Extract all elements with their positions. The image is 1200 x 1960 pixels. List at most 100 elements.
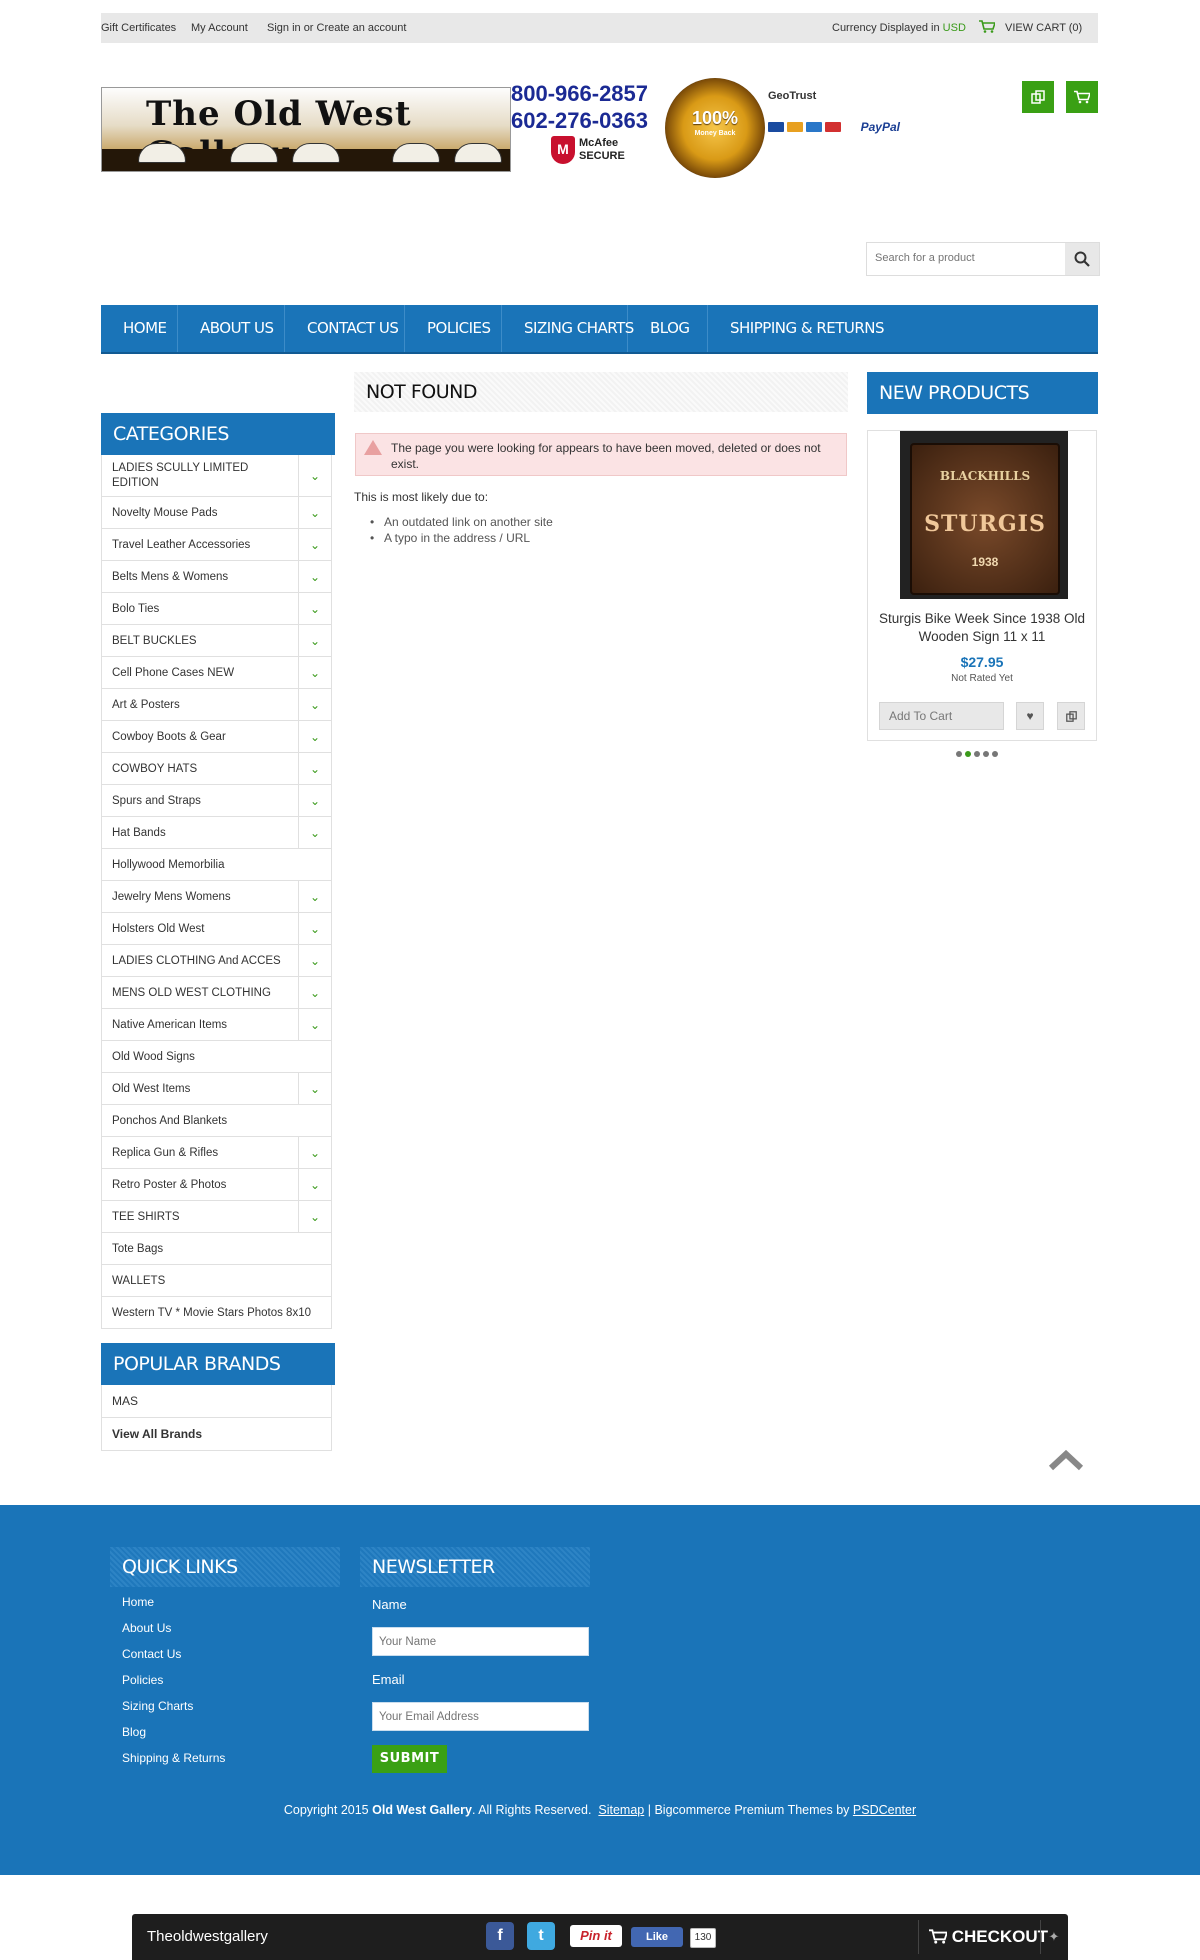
view-all-brands-link[interactable]: View All Brands [101,1418,332,1451]
chevron-down-icon[interactable]: ⌄ [298,625,331,656]
chevron-down-icon[interactable]: ⌄ [298,689,331,720]
brand-item[interactable]: MAS [101,1385,332,1418]
category-item[interactable]: Old West Items ⌄ [101,1073,332,1105]
compare-product-button[interactable] [1057,702,1085,730]
product-image[interactable]: BLACKHILLS STURGIS 1938 [900,431,1068,599]
footer-link-about-us[interactable]: About Us [122,1621,171,1635]
sign-in-link[interactable]: Sign in or Create an account [267,22,406,34]
category-item[interactable]: Cell Phone Cases NEW ⌄ [101,657,332,689]
bar-toggle-icon[interactable]: ✦ [1040,1920,1067,1954]
chevron-down-icon[interactable]: ⌄ [298,1137,331,1168]
footer-link-contact-us[interactable]: Contact Us [122,1647,181,1661]
chevron-down-icon[interactable]: ⌄ [298,1073,331,1104]
warning-icon [364,440,382,455]
category-item[interactable]: WALLETS [101,1265,332,1297]
category-item[interactable]: Jewelry Mens Womens ⌄ [101,881,332,913]
list-item: An outdated link on another site [354,514,553,530]
category-item[interactable]: Bolo Ties ⌄ [101,593,332,625]
chevron-down-icon[interactable]: ⌄ [298,913,331,944]
facebook-like-button[interactable]: Like [631,1927,683,1947]
product-name[interactable]: Sturgis Bike Week Since 1938 Old Wooden … [868,610,1096,646]
cart-icon [929,1929,949,1944]
phone-2: 602-276-0363 [511,108,649,133]
search-input[interactable] [867,243,1073,273]
chevron-down-icon[interactable]: ⌄ [298,945,331,976]
category-item[interactable]: LADIES CLOTHING And ACCES ⌄ [101,945,332,977]
header-cart-button[interactable] [1066,81,1098,113]
carousel-dot[interactable] [965,751,971,757]
category-item[interactable]: MENS OLD WEST CLOTHING ⌄ [101,977,332,1009]
search-button[interactable] [1065,243,1099,275]
back-to-top-button[interactable] [1048,1448,1084,1472]
category-item[interactable]: Retro Poster & Photos ⌄ [101,1169,332,1201]
nav-blog[interactable]: BLOG [628,319,712,337]
add-to-cart-button[interactable]: Add To Cart [879,702,1004,730]
footer-link-sizing-charts[interactable]: Sizing Charts [122,1699,193,1713]
chevron-down-icon[interactable]: ⌄ [298,657,331,688]
sitemap-link[interactable]: Sitemap [598,1803,644,1817]
footer-link-blog[interactable]: Blog [122,1725,146,1739]
gift-certificates-link[interactable]: Gift Certificates [101,22,176,34]
category-item[interactable]: TEE SHIRTS ⌄ [101,1201,332,1233]
carousel-dot[interactable] [983,751,989,757]
footer-link-shipping-returns[interactable]: Shipping & Returns [122,1751,225,1765]
newsletter-email-field[interactable] [372,1702,589,1731]
twitter-icon[interactable]: t [527,1922,555,1950]
chevron-down-icon[interactable]: ⌄ [298,593,331,624]
category-item[interactable]: Cowboy Boots & Gear ⌄ [101,721,332,753]
category-item[interactable]: Hat Bands ⌄ [101,817,332,849]
chevron-down-icon[interactable]: ⌄ [298,455,331,496]
category-item[interactable]: Novelty Mouse Pads ⌄ [101,497,332,529]
newsletter-name-field[interactable] [372,1627,589,1656]
nav-shipping-returns[interactable]: SHIPPING & RETURNS [708,319,906,337]
nav-home[interactable]: HOME [101,319,189,337]
category-item[interactable]: LADIES SCULLY LIMITED EDITION ⌄ [101,455,332,497]
chevron-down-icon[interactable]: ⌄ [298,785,331,816]
category-item[interactable]: Replica Gun & Rifles ⌄ [101,1137,332,1169]
chevron-down-icon[interactable]: ⌄ [298,1201,331,1232]
chevron-down-icon[interactable]: ⌄ [298,977,331,1008]
facebook-icon[interactable]: f [486,1922,514,1950]
category-item[interactable]: Belts Mens & Womens ⌄ [101,561,332,593]
view-cart-link[interactable]: VIEW CART (0) [1005,22,1082,34]
footer-link-policies[interactable]: Policies [122,1673,163,1687]
nav-about-us[interactable]: ABOUT US [178,319,296,337]
checkout-button[interactable]: CHECKOUT [918,1920,1048,1954]
carousel-dot[interactable] [956,751,962,757]
chevron-down-icon[interactable]: ⌄ [298,1009,331,1040]
category-item[interactable]: Art & Posters ⌄ [101,689,332,721]
chevron-down-icon[interactable]: ⌄ [298,881,331,912]
currency-display[interactable]: Currency Displayed in USD [832,22,966,34]
carousel-dot[interactable] [974,751,980,757]
wishlist-button[interactable]: ♥ [1016,702,1044,730]
nav-policies[interactable]: POLICIES [405,319,513,337]
newsletter-submit-button[interactable]: SUBMIT [372,1745,447,1773]
compare-button[interactable] [1022,81,1054,113]
category-item[interactable]: Holsters Old West ⌄ [101,913,332,945]
category-item[interactable]: COWBOY HATS ⌄ [101,753,332,785]
category-item[interactable]: Ponchos And Blankets [101,1105,332,1137]
category-item[interactable]: Western TV * Movie Stars Photos 8x10 [101,1297,332,1329]
footer-link-home[interactable]: Home [122,1595,154,1609]
chevron-down-icon[interactable]: ⌄ [298,753,331,784]
category-item[interactable]: Travel Leather Accessories ⌄ [101,529,332,561]
pinterest-button[interactable]: Pin it [570,1925,622,1947]
chevron-down-icon[interactable]: ⌄ [298,529,331,560]
my-account-link[interactable]: My Account [191,22,248,34]
category-item[interactable]: Native American Items ⌄ [101,1009,332,1041]
chevron-down-icon[interactable]: ⌄ [298,721,331,752]
category-item[interactable]: Old Wood Signs [101,1041,332,1073]
category-item[interactable]: BELT BUCKLES ⌄ [101,625,332,657]
chevron-down-icon[interactable]: ⌄ [298,817,331,848]
chevron-down-icon[interactable]: ⌄ [298,497,331,528]
chevron-down-icon[interactable]: ⌄ [298,561,331,592]
chevron-down-icon[interactable]: ⌄ [298,1169,331,1200]
site-logo[interactable]: The Old West Gallery [101,87,511,172]
heart-icon: ♥ [1026,709,1034,723]
psdcenter-link[interactable]: PSDCenter [853,1803,916,1817]
category-item[interactable]: Hollywood Memorbilia [101,849,332,881]
category-item[interactable]: Spurs and Straps ⌄ [101,785,332,817]
carousel-dot[interactable] [992,751,998,757]
category-item[interactable]: Tote Bags [101,1233,332,1265]
nav-contact-us[interactable]: CONTACT US [285,319,420,337]
